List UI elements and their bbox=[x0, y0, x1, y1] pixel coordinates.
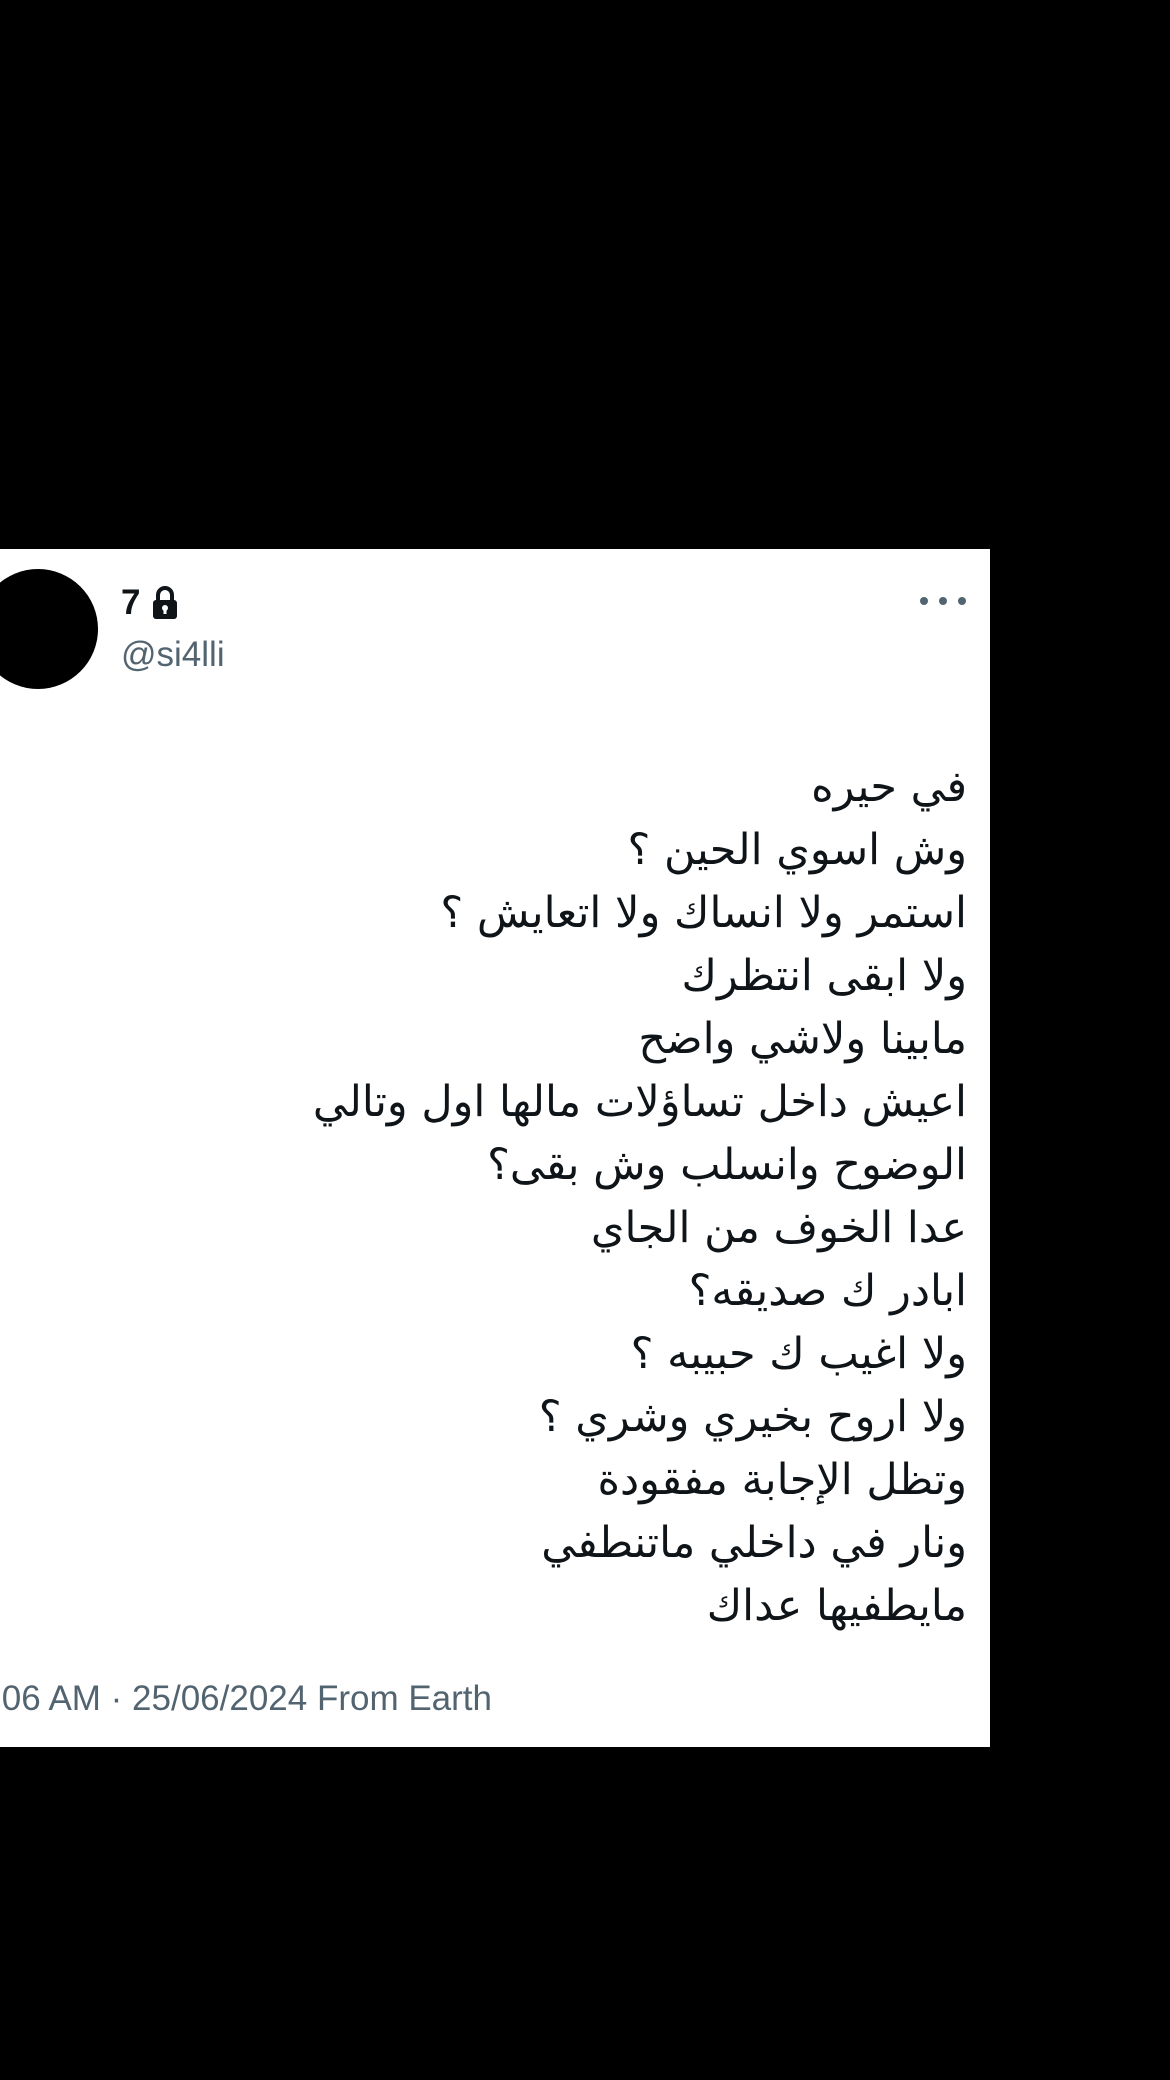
tweet-line: مابينا ولاشي واضح bbox=[638, 1014, 967, 1064]
tweet-line: الوضوح وانسلب وش بقى؟ bbox=[487, 1140, 967, 1190]
tweet-line: اعيش داخل تساؤلات مالها اول وتالي bbox=[312, 1077, 967, 1127]
lock-icon bbox=[153, 586, 178, 619]
tweet-line: ونار في داخلي ماتنطفي bbox=[541, 1518, 967, 1568]
display-name[interactable]: 7 bbox=[121, 581, 140, 625]
tweet-line: ولا اروح بخيري وشري ؟ bbox=[538, 1392, 967, 1442]
avatar[interactable] bbox=[0, 569, 98, 689]
tweet-line: وش اسوي الحين ؟ bbox=[627, 825, 967, 875]
more-horizontal-icon[interactable] bbox=[920, 589, 966, 613]
more-dot bbox=[920, 597, 928, 605]
tweet-line: مايطفيها عداك bbox=[706, 1581, 967, 1631]
user-handle[interactable]: @si4lli bbox=[121, 633, 225, 677]
tweet-line: وتظل الإجابة مفقودة bbox=[597, 1455, 967, 1505]
more-dot bbox=[958, 597, 966, 605]
author-name-row: 7 bbox=[121, 581, 180, 625]
tweet-line: في حيره bbox=[811, 762, 967, 812]
tweet-timestamp[interactable]: :06 AM · 25/06/2024 From Earth bbox=[0, 1677, 492, 1721]
tweet-line: عدا الخوف من الجاي bbox=[590, 1203, 967, 1253]
tweet-line: ولا ابقى انتظرك bbox=[681, 951, 967, 1001]
tweet-text: في حيره وش اسوي الحين ؟ استمر ولا انساك … bbox=[67, 756, 967, 1638]
tweet-line: ابادر ك صديقه؟ bbox=[688, 1266, 967, 1316]
tweet-line: ولا اغيب ك حبيبه ؟ bbox=[630, 1329, 967, 1379]
tweet-card: 7 @si4lli في حيره وش اسوي الحين ؟ استمر … bbox=[0, 549, 990, 1747]
tweet-line: استمر ولا انساك ولا اتعايش ؟ bbox=[440, 888, 967, 938]
more-dot bbox=[939, 597, 947, 605]
